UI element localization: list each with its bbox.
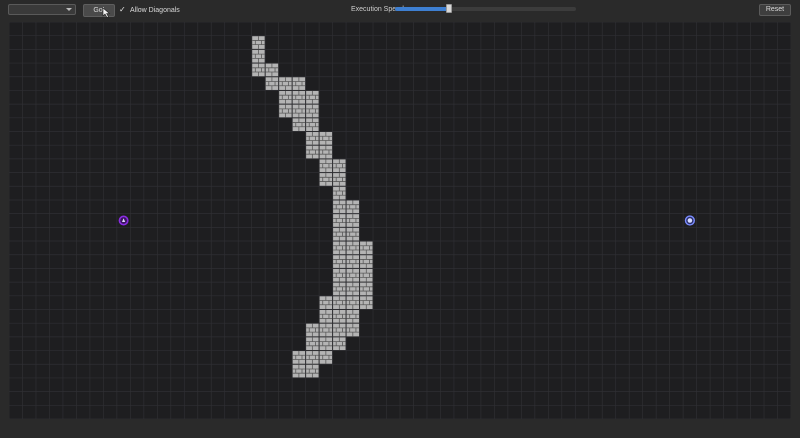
- wall-cell[interactable]: [306, 364, 319, 378]
- wall-cell[interactable]: [333, 309, 346, 323]
- wall-cell[interactable]: [319, 145, 333, 159]
- slider-fill: [395, 7, 450, 11]
- wall-cell[interactable]: [360, 241, 373, 255]
- wall-cell[interactable]: [265, 63, 279, 77]
- wall-cell[interactable]: [319, 159, 333, 173]
- wall-cell[interactable]: [292, 364, 306, 378]
- pathfinding-grid[interactable]: [9, 22, 791, 419]
- execution-speed-slider[interactable]: [395, 4, 576, 13]
- reset-button[interactable]: Reset: [759, 4, 791, 16]
- wall-cell[interactable]: [252, 36, 265, 49]
- wall-cell[interactable]: [333, 323, 346, 337]
- toolbar: Go! ✓ Allow Diagonals Execution Speed: R…: [0, 0, 800, 20]
- wall-cell[interactable]: [333, 268, 346, 282]
- wall-cell[interactable]: [333, 241, 346, 255]
- wall-cell[interactable]: [306, 104, 319, 118]
- wall-cell[interactable]: [360, 255, 373, 268]
- wall-cell[interactable]: [319, 351, 333, 364]
- wall-cell[interactable]: [333, 337, 346, 351]
- wall-cell[interactable]: [279, 90, 292, 104]
- wall-cell[interactable]: [333, 296, 346, 309]
- wall-cell[interactable]: [346, 255, 360, 268]
- wall-cell[interactable]: [346, 309, 360, 323]
- wall-cell[interactable]: [306, 351, 319, 364]
- wall-cell[interactable]: [333, 227, 346, 241]
- wall-cell[interactable]: [333, 159, 346, 173]
- wall-cell[interactable]: [252, 63, 265, 77]
- wall-cell[interactable]: [333, 186, 346, 200]
- goal-core-icon: [687, 218, 693, 223]
- wall-cell[interactable]: [333, 173, 346, 186]
- wall-cell[interactable]: [360, 268, 373, 282]
- wall-cell[interactable]: [333, 255, 346, 268]
- slider-thumb[interactable]: [446, 4, 453, 13]
- wall-cell[interactable]: [346, 241, 360, 255]
- wall-cell[interactable]: [292, 104, 306, 118]
- wall-cell[interactable]: [319, 323, 333, 337]
- wall-cell[interactable]: [292, 118, 306, 132]
- wall-cell[interactable]: [346, 227, 360, 241]
- wall-cell[interactable]: [346, 214, 360, 227]
- checkmark-icon[interactable]: ✓: [119, 6, 127, 14]
- wall-cell[interactable]: [306, 90, 319, 104]
- wall-cell[interactable]: [292, 77, 306, 90]
- wall-cell[interactable]: [306, 145, 319, 159]
- wall-cell[interactable]: [306, 132, 319, 145]
- wall-cell[interactable]: [252, 49, 265, 63]
- wall-cell[interactable]: [319, 173, 333, 186]
- grid-canvas[interactable]: [9, 22, 791, 419]
- allow-diagonals-toggle[interactable]: ✓ Allow Diagonals: [119, 5, 180, 15]
- wall-cell[interactable]: [306, 337, 319, 351]
- wall-cell[interactable]: [306, 323, 319, 337]
- wall-cell[interactable]: [346, 323, 360, 337]
- wall-cell[interactable]: [346, 296, 360, 309]
- wall-cell[interactable]: [333, 200, 346, 214]
- algorithm-select[interactable]: [8, 4, 76, 15]
- wall-cell[interactable]: [265, 77, 279, 90]
- wall-cell[interactable]: [306, 118, 319, 132]
- chevron-down-icon: [66, 8, 72, 11]
- wall-cell[interactable]: [292, 90, 306, 104]
- wall-cell[interactable]: [346, 282, 360, 296]
- wall-cell[interactable]: [319, 337, 333, 351]
- wall-cell[interactable]: [360, 296, 373, 309]
- wall-cell[interactable]: [279, 104, 292, 118]
- wall-cell[interactable]: [292, 351, 306, 364]
- wall-cell[interactable]: [279, 77, 292, 90]
- wall-cell[interactable]: [346, 200, 360, 214]
- wall-cell[interactable]: [319, 309, 333, 323]
- wall-cell[interactable]: [346, 268, 360, 282]
- wall-cell[interactable]: [333, 214, 346, 227]
- mouse-cursor-icon: [102, 8, 111, 18]
- wall-cell[interactable]: [319, 132, 333, 145]
- wall-cell[interactable]: [360, 282, 373, 296]
- allow-diagonals-label: Allow Diagonals: [130, 6, 180, 14]
- wall-cell[interactable]: [333, 282, 346, 296]
- wall-cell[interactable]: [319, 296, 333, 309]
